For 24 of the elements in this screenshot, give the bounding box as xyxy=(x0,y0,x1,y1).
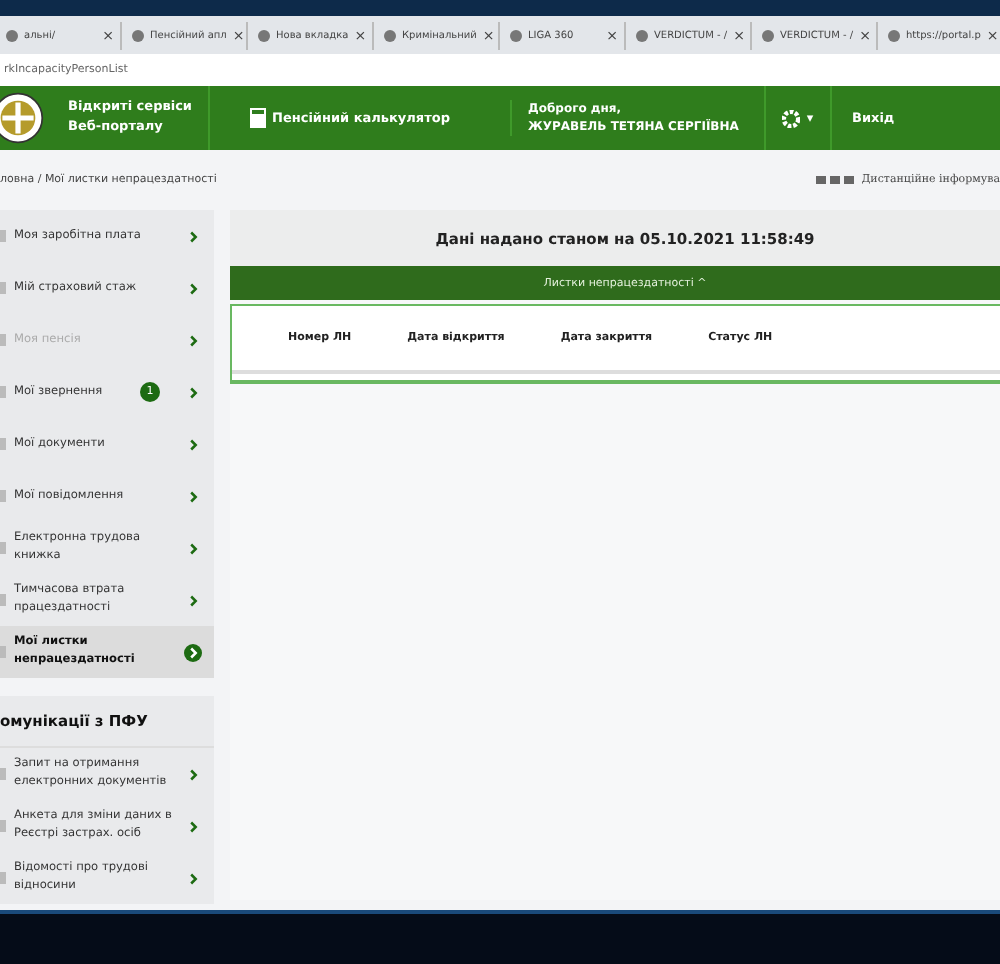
favicon-icon xyxy=(762,29,774,41)
favicon-icon xyxy=(888,29,900,41)
chevron-icon xyxy=(184,817,202,835)
chevron-icon xyxy=(184,331,202,349)
calculator-icon xyxy=(250,108,266,128)
favicon-icon xyxy=(132,29,144,41)
chevron-icon xyxy=(184,383,202,401)
chevron-icon xyxy=(184,539,202,557)
emblem-logo-icon xyxy=(0,92,44,144)
chevron-icon xyxy=(184,227,202,245)
chevron-icon xyxy=(184,643,202,661)
settings-icon xyxy=(782,109,801,127)
favicon-icon xyxy=(6,29,18,41)
favicon-icon xyxy=(258,29,270,41)
chevron-icon xyxy=(184,869,202,887)
favicon-icon xyxy=(510,29,522,41)
chevron-icon xyxy=(184,765,202,783)
chevron-icon xyxy=(184,487,202,505)
favicon-icon xyxy=(384,29,396,41)
contact-icons-icon xyxy=(815,176,854,184)
chevron-icon xyxy=(184,279,202,297)
favicon-icon xyxy=(636,29,648,41)
chevron-icon xyxy=(184,591,202,609)
chevron-icon xyxy=(184,435,202,453)
